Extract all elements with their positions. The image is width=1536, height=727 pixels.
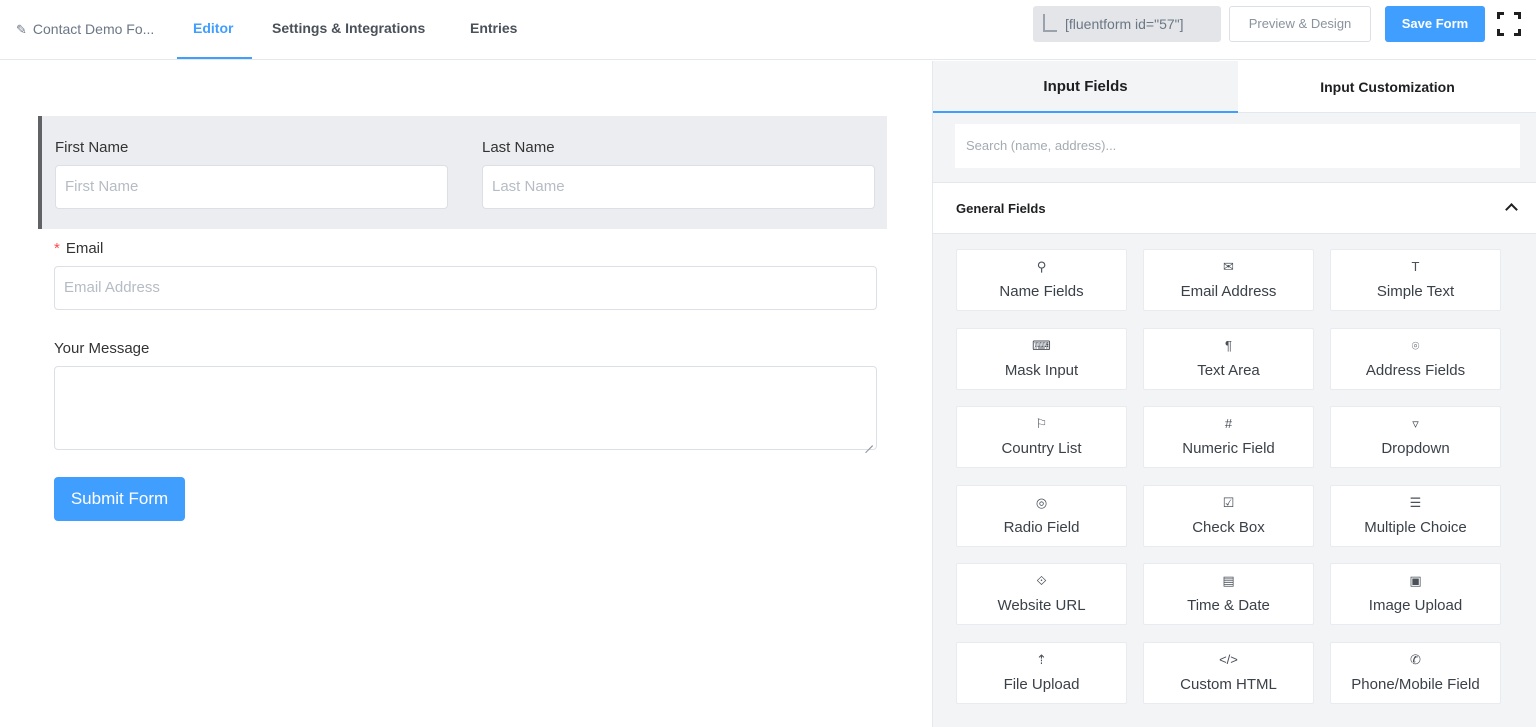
copy-icon bbox=[1043, 14, 1057, 32]
group-title: General Fields bbox=[956, 201, 1046, 216]
field-card[interactable]: # Numeric Field bbox=[1143, 406, 1314, 468]
field-card[interactable]: ☑ Check Box bbox=[1143, 485, 1314, 547]
field-card[interactable]: T Simple Text bbox=[1330, 249, 1501, 311]
resize-handle-icon[interactable] bbox=[865, 438, 873, 446]
message-textarea[interactable] bbox=[54, 366, 877, 450]
save-form-button[interactable]: Save Form bbox=[1385, 6, 1485, 42]
field-card[interactable]: ✆ Phone/Mobile Field bbox=[1330, 642, 1501, 704]
dropdown-box-icon: ▿ bbox=[1412, 416, 1419, 431]
field-card[interactable]: ⚲ Name Fields bbox=[956, 249, 1127, 311]
keyboard-icon: ⌨ bbox=[1032, 338, 1051, 353]
hash-icon: # bbox=[1224, 416, 1233, 431]
tab-editor[interactable]: Editor bbox=[193, 20, 233, 36]
field-card-label: Email Address bbox=[1180, 283, 1277, 300]
field-card-label: Multiple Choice bbox=[1364, 519, 1467, 536]
message-label: Your Message bbox=[54, 340, 150, 357]
field-card[interactable]: ▿ Dropdown bbox=[1330, 406, 1501, 468]
field-card[interactable]: ◎ Radio Field bbox=[956, 485, 1127, 547]
field-search-input[interactable]: Search (name, address)... bbox=[955, 124, 1520, 168]
tab-input-customization[interactable]: Input Customization bbox=[1238, 61, 1536, 113]
field-card-label: Simple Text bbox=[1376, 283, 1455, 300]
top-bar: ✎ Contact Demo Fo... Editor Settings & In… bbox=[0, 0, 1536, 60]
field-card-label: Custom HTML bbox=[1180, 676, 1277, 693]
first-name-input[interactable]: First Name bbox=[55, 165, 448, 209]
link-icon: ⟐ bbox=[1036, 573, 1047, 588]
form-title: Contact Demo Fo... bbox=[32, 21, 155, 37]
tab-input-fields[interactable]: Input Fields bbox=[933, 61, 1238, 113]
last-name-input[interactable]: Last Name bbox=[482, 165, 875, 209]
field-card[interactable]: ⟐ Website URL bbox=[956, 563, 1127, 625]
field-card-label: Phone/Mobile Field bbox=[1351, 676, 1480, 693]
location-pin-icon: ⌾ bbox=[1411, 338, 1420, 353]
field-card[interactable]: ⌾ Address Fields bbox=[1330, 328, 1501, 390]
field-card-label: Numeric Field bbox=[1182, 440, 1275, 457]
form-title-crumb[interactable]: ✎ Contact Demo Fo... bbox=[16, 21, 154, 38]
field-card[interactable]: ▣ Image Upload bbox=[1330, 563, 1501, 625]
chevron-up-icon[interactable] bbox=[1505, 203, 1518, 216]
flag-icon: ⚐ bbox=[1035, 416, 1048, 431]
checkbox-icon: ☑ bbox=[1222, 495, 1235, 510]
envelope-icon: ✉ bbox=[1223, 259, 1234, 274]
field-card[interactable]: ✉ Email Address bbox=[1143, 249, 1314, 311]
field-card-label: Image Upload bbox=[1368, 597, 1463, 614]
last-name-label: Last Name bbox=[482, 139, 555, 156]
person-icon: ⚲ bbox=[1036, 259, 1047, 274]
submit-form-button[interactable]: Submit Form bbox=[54, 477, 185, 521]
phone-icon: ✆ bbox=[1410, 652, 1421, 667]
active-tab-indicator bbox=[177, 57, 252, 59]
radio-icon: ◎ bbox=[1035, 495, 1048, 510]
first-name-label: First Name bbox=[55, 139, 129, 156]
shortcode-copy[interactable]: [fluentform id="57"] bbox=[1033, 6, 1221, 42]
field-card[interactable]: ¶ Text Area bbox=[1143, 328, 1314, 390]
field-card-label: File Upload bbox=[1003, 676, 1080, 693]
field-card-label: Website URL bbox=[997, 597, 1086, 614]
field-card[interactable]: ☰ Multiple Choice bbox=[1330, 485, 1501, 547]
image-icon: ▣ bbox=[1409, 573, 1422, 588]
email-label: * Email bbox=[54, 240, 104, 257]
tab-settings-integrations[interactable]: Settings & Integrations bbox=[272, 20, 425, 36]
field-card-label: Address Fields bbox=[1365, 362, 1466, 379]
email-input[interactable]: Email Address bbox=[54, 266, 877, 310]
field-card-label: Check Box bbox=[1192, 519, 1265, 536]
field-card-label: Mask Input bbox=[1004, 362, 1079, 379]
field-card-label: Name Fields bbox=[999, 283, 1084, 300]
general-fields-header[interactable]: General Fields bbox=[933, 182, 1536, 234]
field-card-label: Dropdown bbox=[1381, 440, 1450, 457]
field-card[interactable]: ⌨ Mask Input bbox=[956, 328, 1127, 390]
field-card-label: Time & Date bbox=[1187, 597, 1270, 614]
fields-sidebar: Input Fields Input Customization Search … bbox=[932, 61, 1536, 727]
required-mark: * bbox=[54, 240, 60, 257]
paragraph-icon: ¶ bbox=[1225, 338, 1232, 353]
field-card[interactable]: ▤ Time & Date bbox=[1143, 563, 1314, 625]
pencil-icon: ✎ bbox=[16, 22, 27, 37]
calendar-icon: ▤ bbox=[1222, 573, 1235, 588]
upload-icon: ⇡ bbox=[1036, 652, 1047, 667]
field-card-label: Text Area bbox=[1197, 362, 1260, 379]
text-cursor-icon: T bbox=[1411, 259, 1420, 274]
tab-entries[interactable]: Entries bbox=[470, 20, 517, 36]
list-icon: ☰ bbox=[1409, 495, 1422, 510]
field-card-label: Radio Field bbox=[1003, 519, 1080, 536]
field-card[interactable]: </> Custom HTML bbox=[1143, 642, 1314, 704]
shortcode-text: [fluentform id="57"] bbox=[1065, 16, 1184, 32]
form-editor-canvas: First Name Last Name First Name Last Nam… bbox=[0, 61, 932, 727]
preview-design-button[interactable]: Preview & Design bbox=[1229, 6, 1371, 42]
field-card-label: Country List bbox=[1001, 440, 1082, 457]
field-card[interactable]: ⚐ Country List bbox=[956, 406, 1127, 468]
code-icon: </> bbox=[1219, 652, 1238, 667]
field-card[interactable]: ⇡ File Upload bbox=[956, 642, 1127, 704]
fullscreen-icon[interactable] bbox=[1497, 12, 1521, 36]
